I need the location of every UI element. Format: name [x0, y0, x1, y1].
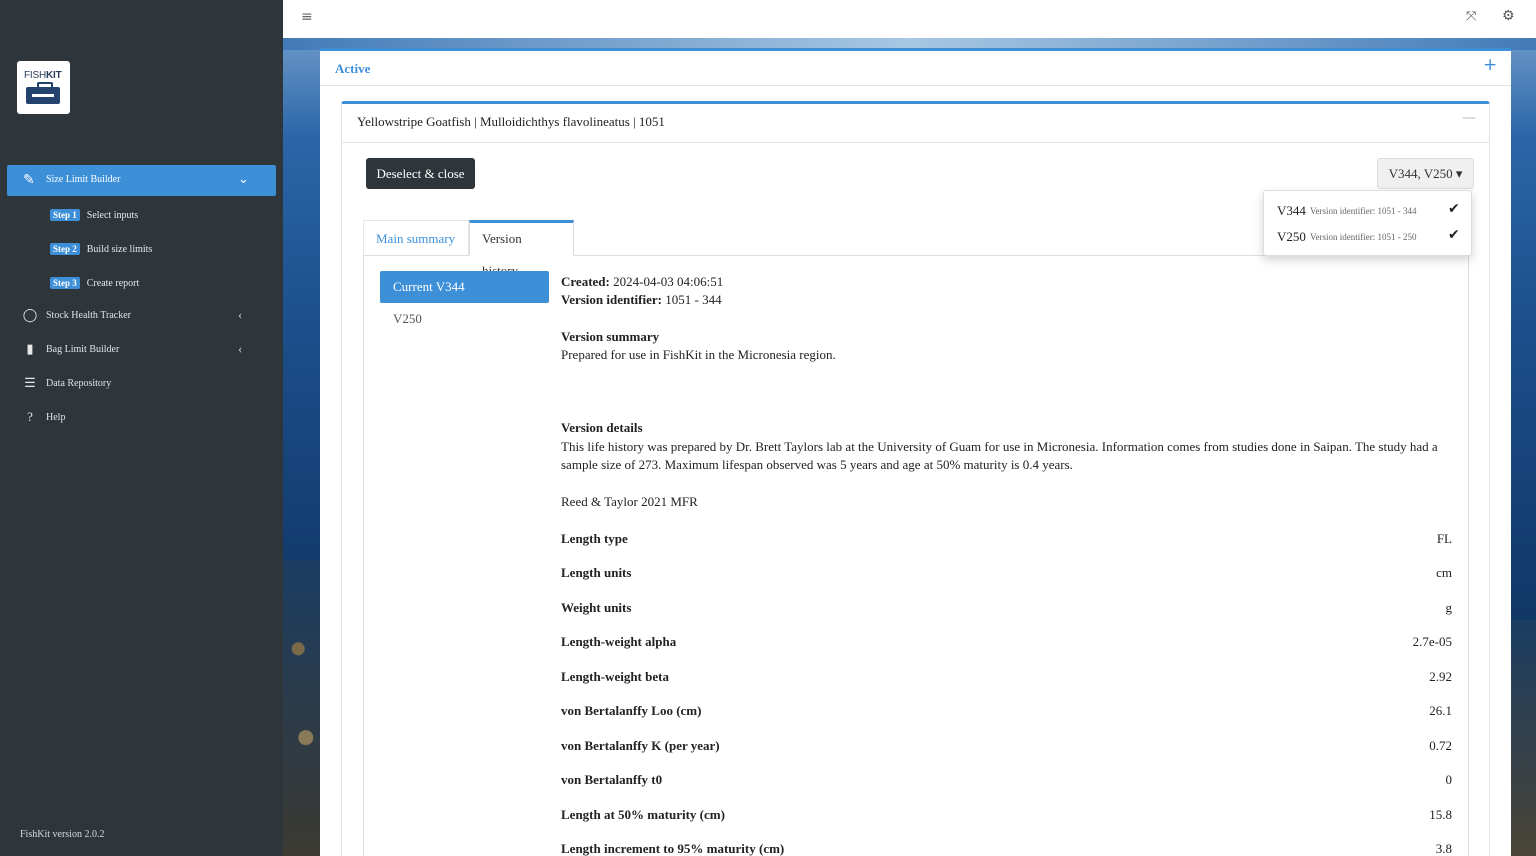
option-name: V344 [1277, 203, 1306, 218]
sidebar-step-2[interactable]: Step 2 Build size limits [50, 243, 152, 255]
identifier-line: Version identifier: 1051 - 344 [561, 292, 722, 308]
param-value: g [1445, 600, 1453, 615]
option-identifier: Version identifier: 1051 - 344 [1310, 206, 1417, 216]
param-label: Weight units [561, 600, 632, 615]
minimize-icon[interactable]: — [1462, 110, 1476, 126]
param-label: von Bertalanffy Loo (cm) [561, 703, 702, 718]
version-summary-text: Prepared for use in FishKit in the Micro… [561, 347, 836, 362]
plus-icon[interactable]: + [1483, 55, 1497, 75]
created-value: 2024-04-03 04:06:51 [613, 274, 724, 289]
reef-background-left [283, 560, 321, 856]
top-bar: ≡ ⤧ ⚙ [283, 0, 1536, 38]
toolbox-icon [26, 82, 60, 104]
param-value: cm [1436, 565, 1452, 580]
ruler-icon: ✎ [23, 173, 35, 188]
version-history-panel: Current V344 V250 Created: 2024-04-03 04… [363, 256, 1469, 856]
step-label: Create report [86, 278, 140, 289]
sidebar-item-data-repository[interactable]: ☰ Data Repository [22, 374, 262, 396]
sidebar-item-label: Size Limit Builder [46, 174, 121, 185]
logo-text: FISHKIT [24, 70, 62, 81]
sidebar-step-1[interactable]: Step 1 Select inputs [50, 209, 138, 221]
fishkit-logo[interactable]: FISHKIT [17, 61, 70, 114]
param-value: 2.92 [1429, 669, 1452, 684]
species-header: Yellowstripe Goatfish | Mulloidichthys f… [342, 104, 1489, 143]
param-value: 0.72 [1429, 738, 1452, 753]
version-dropdown-menu: V344 Version identifier: 1051 - 344 ✔ V2… [1263, 190, 1472, 256]
card-title: Active [335, 61, 371, 76]
tab-main-summary[interactable]: Main summary [363, 220, 469, 256]
param-value: 2.7e-05 [1412, 634, 1452, 649]
param-label: von Bertalanffy t0 [561, 772, 663, 787]
tab-version-history[interactable]: Version history [469, 220, 574, 278]
param-label: Length type [561, 531, 628, 546]
param-label: Length units [561, 565, 632, 580]
dropdown-option-v344[interactable]: V344 Version identifier: 1051 - 344 ✔ [1264, 198, 1471, 224]
check-icon: ✔ [1448, 227, 1460, 243]
sidebar-item-label: Help [46, 412, 66, 423]
sidebar: FISHKIT ✎ Size Limit Builder ⌄ Step 1 Sel… [0, 0, 283, 856]
reference-text: Reed & Taylor 2021 MFR [561, 494, 698, 509]
version-details-heading: Version details [561, 420, 643, 435]
identifier-value: 1051 - 344 [665, 292, 722, 307]
param-label: Length at 50% maturity (cm) [561, 807, 725, 822]
sidebar-item-label: Bag Limit Builder [46, 344, 120, 355]
chevron-left-icon: ‹ [238, 307, 243, 322]
param-label: von Bertalanffy K (per year) [561, 738, 720, 753]
created-line: Created: 2024-04-03 04:06:51 [561, 274, 723, 290]
check-icon: ✔ [1448, 201, 1460, 217]
sidebar-item-size-limit-builder[interactable]: ✎ Size Limit Builder ⌄ [7, 165, 276, 196]
version-pill-v250[interactable]: V250 [393, 311, 422, 327]
param-value: FL [1436, 531, 1452, 546]
sidebar-item-label: Data Repository [46, 378, 112, 389]
version-pill-current[interactable]: Current V344 [380, 271, 549, 303]
sidebar-item-stock-health-tracker[interactable]: ◯ Stock Health Tracker ‹ [22, 306, 262, 328]
step-badge: Step 3 [50, 277, 80, 289]
chevron-down-icon: ⌄ [238, 171, 249, 186]
sidebar-item-bag-limit-builder[interactable]: ▮ Bag Limit Builder ‹ [22, 340, 262, 362]
option-name: V250 [1277, 229, 1306, 244]
version-select-button[interactable]: V344, V250 ▾ [1377, 158, 1474, 189]
reef-background-right [1510, 620, 1536, 856]
created-label: Created: [561, 274, 610, 289]
bar-chart-icon: ▮ [26, 341, 34, 356]
question-icon: ? [27, 409, 33, 424]
step-badge: Step 2 [50, 243, 80, 255]
card-header: Active + [320, 51, 1511, 86]
database-icon: ☰ [24, 375, 36, 390]
sidebar-step-3[interactable]: Step 3 Create report [50, 277, 139, 289]
option-identifier: Version identifier: 1051 - 250 [1310, 232, 1417, 242]
version-summary-heading: Version summary [561, 329, 660, 344]
step-label: Build size limits [86, 244, 153, 255]
step-badge: Step 1 [50, 209, 80, 221]
active-card: Active + Yellowstripe Goatfish | Mulloid… [320, 48, 1511, 856]
chevron-left-icon: ‹ [238, 341, 243, 356]
version-details-text: This life history was prepared by Dr. Br… [561, 439, 1438, 472]
sidebar-item-help[interactable]: ? Help [22, 408, 262, 430]
step-label: Select inputs [86, 210, 139, 221]
param-label: Length-weight beta [561, 669, 669, 684]
dropdown-option-v250[interactable]: V250 Version identifier: 1051 - 250 ✔ [1264, 224, 1471, 250]
deselect-close-button[interactable]: Deselect & close [366, 158, 475, 189]
gear-icon[interactable]: ⚙ [1502, 8, 1515, 24]
sidebar-item-label: Stock Health Tracker [46, 310, 131, 321]
menu-toggle-icon[interactable]: ≡ [301, 9, 313, 25]
param-value: 3.8 [1435, 841, 1452, 856]
identifier-label: Version identifier: [561, 292, 662, 307]
param-label: Length-weight alpha [561, 634, 677, 649]
param-value: 15.8 [1429, 807, 1452, 822]
fullscreen-icon[interactable]: ⤧ [1466, 9, 1476, 24]
species-title: Yellowstripe Goatfish | Mulloidichthys f… [357, 114, 665, 129]
param-value: 26.1 [1429, 703, 1452, 718]
param-label: Length increment to 95% maturity (cm) [561, 841, 785, 856]
circle-icon: ◯ [22, 307, 38, 322]
param-value: 0 [1445, 772, 1453, 787]
app-version: FishKit version 2.0.2 [20, 829, 105, 840]
